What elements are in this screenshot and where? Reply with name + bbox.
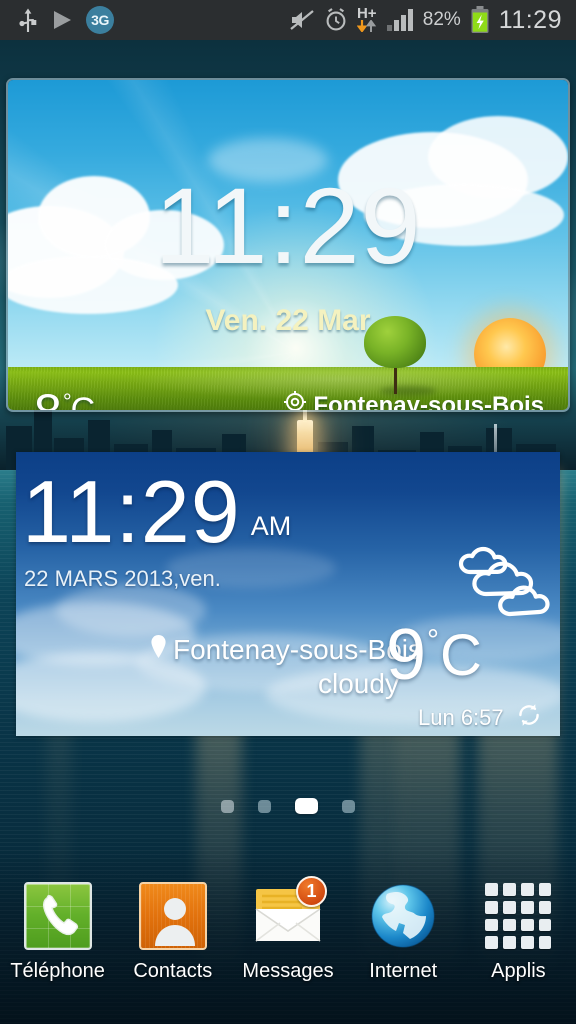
dock-item-internet[interactable]: Internet	[346, 882, 461, 983]
blue-widget-city-label: Fontenay-sous-Bois	[173, 634, 423, 665]
dock-item-apps[interactable]: Applis	[461, 882, 576, 983]
blue-widget-sun-label: Lun 6:57	[418, 705, 504, 730]
dock-label-messages: Messages	[242, 960, 334, 982]
alarm-icon	[324, 7, 348, 33]
accuweather-temp-unit: C	[70, 391, 96, 412]
dock-label-phone: Téléphone	[10, 960, 105, 982]
globe-icon	[369, 882, 437, 955]
accuweather-temperature: 8 ° C	[34, 384, 96, 412]
app-grid-icon	[484, 882, 552, 950]
play-icon	[50, 8, 74, 32]
hplus-label: H+	[356, 4, 377, 22]
status-bar-right-icons: H+ 82% 11:29	[289, 6, 576, 35]
page-dot-4[interactable]	[342, 799, 355, 813]
dock-item-phone[interactable]: Téléphone	[0, 882, 115, 983]
battery-percent-label: 82%	[422, 9, 461, 30]
page-indicator[interactable]	[0, 798, 576, 814]
accuweather-date: Ven. 22 Mar	[205, 304, 371, 337]
dock-label-internet: Internet	[369, 960, 438, 982]
dock-label-contacts: Contacts	[133, 960, 213, 982]
page-dot-1[interactable]	[221, 799, 234, 813]
blue-widget-temp-degree: °	[427, 624, 440, 657]
network-badge-label: 3G	[91, 12, 109, 28]
page-dot-3-active[interactable]	[295, 798, 318, 814]
blue-widget-city-row[interactable]: Fontenay-sous-Bois	[150, 634, 422, 666]
battery-charging-icon	[470, 6, 490, 34]
accuweather-city-label: Fontenay-sous-Bois	[313, 391, 544, 412]
blue-widget-temp-unit: C	[440, 623, 482, 688]
page-dot-2[interactable]	[258, 799, 271, 813]
accuweather-clock-time[interactable]: 11:29	[8, 171, 568, 279]
dock-item-messages[interactable]: 1 Messages	[230, 876, 345, 983]
map-pin-icon	[150, 634, 167, 666]
status-bar-left-icons: 3G	[0, 6, 114, 34]
accuweather-temp-value: 8	[34, 384, 62, 412]
dock-label-apps: Applis	[491, 960, 546, 982]
data-arrows-icon	[356, 18, 377, 35]
status-bar-clock: 11:29	[498, 5, 562, 34]
3g-icon: 3G	[86, 6, 114, 34]
blue-widget-date: 22 MARS 2013,ven.	[24, 566, 221, 591]
messages-badge: 1	[296, 876, 327, 907]
contacts-icon	[138, 882, 207, 950]
clouds-icon	[452, 542, 556, 625]
accuweather-city-row[interactable]: Fontenay-sous-Bois	[284, 391, 544, 412]
hplus-data-icon: H+	[356, 4, 377, 35]
usb-icon	[18, 7, 38, 33]
crosshair-location-icon	[284, 391, 307, 410]
blue-widget-sun-row[interactable]: Lun 6:57	[418, 702, 542, 734]
status-bar[interactable]: 3G H+ 82% 11:29	[0, 0, 576, 40]
mute-icon	[289, 8, 315, 32]
dock-item-contacts[interactable]: Contacts	[115, 882, 230, 983]
blue-widget-ampm: AM	[250, 511, 292, 542]
blue-widget-clock[interactable]: 11:29 AM	[22, 462, 292, 561]
blue-widget-time: 11:29	[22, 462, 241, 561]
phone-icon	[23, 882, 92, 950]
accuweather-clock-widget[interactable]: 11:29 Ven. 22 Mar 8 ° C AccuWeather.com …	[6, 78, 570, 412]
refresh-icon[interactable]	[516, 702, 542, 734]
dock: Téléphone Contacts 1 Messages Internet A…	[0, 864, 576, 1024]
signal-icon	[386, 8, 414, 32]
blue-widget-temp-value: 9	[386, 615, 427, 695]
blue-widget-temperature: 9 ° C	[386, 615, 482, 695]
